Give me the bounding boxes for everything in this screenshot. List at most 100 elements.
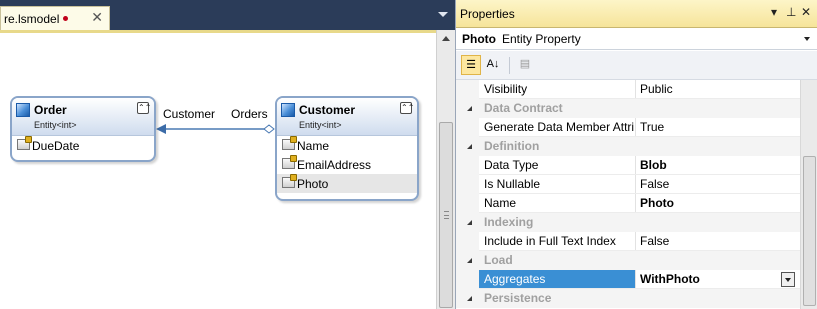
property-name: Is Nullable [484,177,541,191]
entity-property-label: Photo [297,176,329,191]
entity-property-name[interactable]: Name [277,136,417,155]
entity-type: Entity<int> [299,120,342,130]
model-designer: re.lsmodel ✕ Customer Orders Order Entit… [0,0,455,309]
property-row-is-nullable[interactable]: Is Nullable False [456,175,800,194]
entity-property-label: EmailAddress [297,157,372,172]
property-row-include-in-full-text-index[interactable]: Include in Full Text Index False [456,232,800,251]
collapse-triangle-icon[interactable] [467,220,472,225]
entity-order[interactable]: Order Entity<int> ⌃⌃ DueDate [10,96,156,162]
category-label: Data Contract [484,101,563,115]
property-name: Visibility [484,82,528,96]
panel-title: Properties [460,7,515,21]
property-row-aggregates[interactable]: Aggregates WithPhoto [456,270,800,289]
category-label: Indexing [484,215,534,229]
property-category-indexing[interactable]: Indexing [456,213,800,232]
entity-property-label: Name [297,138,330,153]
scroll-up-icon[interactable] [442,36,450,41]
column-divider [635,232,636,251]
property-name: Data Type [484,158,539,172]
entity-customer[interactable]: Customer Entity<int> ⌃⌃ Name EmailAddres… [275,96,419,201]
property-icon [282,174,297,188]
row-gutter [456,175,479,194]
property-row-name[interactable]: Name Photo [456,194,800,213]
property-category-load[interactable]: Load [456,251,800,270]
entity-property-duedate[interactable]: DueDate [12,136,154,155]
categorized-icon[interactable]: ☰ [461,55,481,75]
collapse-icon[interactable]: ⌃⌃ [137,102,151,114]
column-divider [635,80,636,99]
column-divider [635,270,636,289]
row-gutter [456,194,479,213]
unsaved-indicator-icon [63,16,69,21]
window-position-dropdown-icon[interactable]: ▾ [771,5,777,19]
association-role-orders: Orders [231,107,268,121]
property-value[interactable]: Photo [640,196,674,210]
collapse-triangle-icon[interactable] [467,106,472,111]
value-dropdown-icon[interactable] [781,272,795,287]
properties-toolbar: ☰ A↓ ▤ [456,51,817,80]
entity-icon [281,103,295,117]
entity-property-emailaddress[interactable]: EmailAddress [277,155,417,174]
property-row-data-type[interactable]: Data Type Blob [456,156,800,175]
entity-header: Customer Entity<int> ⌃⌃ [277,98,417,136]
column-divider [635,118,636,137]
row-gutter [456,232,479,251]
object-selector[interactable]: Photo Entity Property [456,28,817,50]
property-value[interactable]: Public [640,82,673,96]
grip-icon [444,211,449,219]
document-tab-strip: re.lsmodel ✕ [0,0,455,30]
property-row-visibility[interactable]: Visibility Public [456,80,800,99]
category-label: Load [484,253,513,267]
scrollbar-thumb[interactable] [803,156,816,306]
category-label: Definition [484,139,540,153]
collapse-triangle-icon[interactable] [467,296,472,301]
property-pages-icon[interactable]: ▤ [515,55,535,75]
collapse-triangle-icon[interactable] [467,144,472,149]
close-tab-icon[interactable]: ✕ [91,10,103,24]
collapse-triangle-icon[interactable] [467,258,472,263]
selected-object-type: Entity Property [502,32,581,46]
property-value[interactable]: False [640,234,669,248]
entity-name: Customer [299,103,356,117]
entity-header: Order Entity<int> ⌃⌃ [12,98,154,136]
document-tab[interactable]: re.lsmodel ✕ [0,6,110,30]
chevron-down-icon[interactable] [804,37,810,41]
property-value[interactable]: Blob [640,158,667,172]
tab-list-dropdown-icon[interactable] [438,12,448,17]
document-tab-title: re.lsmodel [4,11,60,26]
entity-name: Order [34,103,67,117]
entity-property-photo[interactable]: Photo [277,174,417,193]
property-name: Generate Data Member Attrib [484,120,634,134]
property-value[interactable]: False [640,177,669,191]
sort-az-icon[interactable]: A↓ [483,55,503,75]
property-value[interactable]: True [640,120,664,134]
property-icon [282,155,297,169]
property-grid-scrollbar[interactable] [800,80,817,309]
property-name: Include in Full Text Index [484,234,616,248]
property-icon [282,136,297,150]
column-divider [635,194,636,213]
property-category-data-contract[interactable]: Data Contract [456,99,800,118]
property-icon [17,136,32,150]
entity-property-label: DueDate [32,138,80,153]
close-panel-icon[interactable]: ✕ [801,5,811,19]
property-value[interactable]: WithPhoto [640,272,700,286]
scrollbar-thumb[interactable] [439,122,453,308]
column-divider [635,156,636,175]
toolbar-separator [509,57,510,74]
column-divider [635,175,636,194]
property-category-definition[interactable]: Definition [456,137,800,156]
entity-type: Entity<int> [34,120,77,130]
row-gutter [456,118,479,137]
association-role-customer: Customer [163,107,216,121]
properties-titlebar[interactable]: Properties ▾ ⊥ ✕ [456,0,817,28]
row-gutter [456,80,479,99]
collapse-icon[interactable]: ⌃⌃ [400,102,414,114]
properties-panel: Properties ▾ ⊥ ✕ Photo Entity Property ☰… [455,0,817,309]
pin-icon[interactable]: ⊥ [786,5,796,19]
category-label: Persistence [484,291,552,305]
property-category-persistence[interactable]: Persistence [456,289,800,308]
designer-vertical-scrollbar[interactable] [436,30,455,309]
property-name: Aggregates [484,272,546,286]
property-row-generate-data-member-attrib[interactable]: Generate Data Member Attrib True [456,118,800,137]
